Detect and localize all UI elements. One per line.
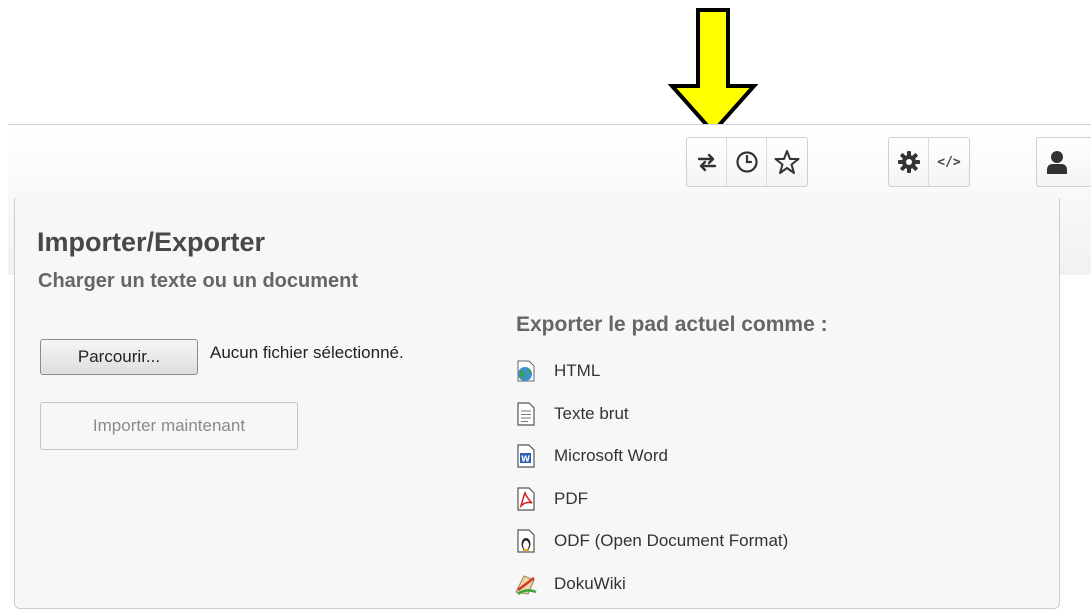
embed-button[interactable]: </> — [929, 138, 969, 186]
pdf-file-icon — [514, 486, 538, 512]
export-format-label: Texte brut — [554, 403, 629, 423]
import-heading: Charger un texte ou un document — [38, 270, 359, 292]
import-export-icon — [697, 153, 716, 172]
export-dokuwiki[interactable]: DokuWiki — [514, 563, 788, 606]
toolbar-group-settings: </> — [888, 137, 970, 187]
browse-file-button[interactable]: Parcourir... — [40, 339, 198, 375]
no-file-selected-text: Aucun fichier sélectionné. — [210, 343, 404, 362]
export-format-label: HTML — [554, 361, 601, 381]
svg-text:W: W — [521, 455, 530, 464]
export-heading: Exporter le pad actuel comme : — [516, 313, 828, 336]
annotation-arrow — [668, 8, 758, 136]
dokuwiki-icon — [514, 571, 538, 597]
export-format-label: Microsoft Word — [554, 446, 668, 466]
star-button[interactable] — [767, 138, 807, 186]
import-export-button[interactable] — [687, 138, 727, 186]
export-format-label: ODF (Open Document Format) — [554, 531, 789, 551]
toolbar-group-main — [686, 137, 808, 187]
export-html[interactable]: HTML — [514, 350, 788, 393]
export-format-label: DokuWiki — [554, 573, 626, 593]
embed-code-icon: </> — [937, 154, 961, 170]
export-format-label: PDF — [554, 488, 588, 508]
import-now-button[interactable]: Importer maintenant — [40, 402, 298, 450]
history-icon — [735, 151, 758, 173]
user-button[interactable] — [1037, 138, 1091, 186]
toolbar-group-user — [1036, 137, 1091, 187]
export-pdf[interactable]: PDF — [514, 478, 788, 521]
popup-title: Importer/Exporter — [37, 227, 266, 257]
star-icon — [774, 150, 800, 174]
word-file-icon: W — [514, 443, 538, 469]
settings-button[interactable] — [889, 138, 929, 186]
export-odf[interactable]: ODF (Open Document Format) — [514, 520, 788, 563]
odf-file-icon — [514, 528, 538, 554]
export-plain-text[interactable]: Texte brut — [514, 393, 788, 436]
history-button[interactable] — [727, 138, 767, 186]
settings-icon — [897, 151, 920, 173]
text-file-icon — [514, 401, 538, 427]
export-word[interactable]: W Microsoft Word — [514, 435, 788, 478]
globe-icon — [514, 358, 538, 384]
user-icon — [1047, 151, 1067, 174]
export-format-list: HTML Texte brut W Microsoft Word PDF ODF… — [514, 350, 788, 605]
